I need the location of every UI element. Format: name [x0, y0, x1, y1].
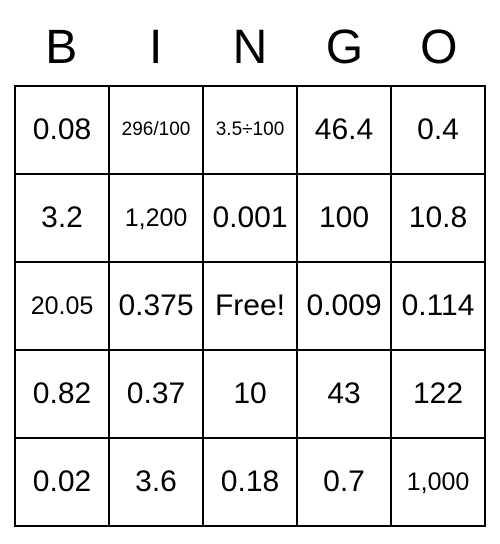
bingo-cell[interactable]: 0.7: [297, 438, 391, 526]
bingo-cell[interactable]: 0.37: [109, 350, 203, 438]
bingo-cell[interactable]: 0.08: [15, 86, 109, 174]
bingo-cell[interactable]: 0.009: [297, 262, 391, 350]
header-g: G: [297, 14, 391, 85]
bingo-grid: 0.08296/1003.5÷10046.40.43.21,2000.00110…: [14, 85, 486, 527]
bingo-cell[interactable]: 43: [297, 350, 391, 438]
bingo-cell[interactable]: 0.001: [203, 174, 297, 262]
header-b: B: [14, 14, 108, 85]
bingo-cell[interactable]: 3.2: [15, 174, 109, 262]
bingo-cell[interactable]: Free!: [203, 262, 297, 350]
bingo-header-row: B I N G O: [14, 14, 486, 85]
bingo-cell[interactable]: 3.6: [109, 438, 203, 526]
bingo-cell[interactable]: 10.8: [391, 174, 485, 262]
header-n: N: [203, 14, 297, 85]
bingo-cell[interactable]: 0.82: [15, 350, 109, 438]
bingo-cell[interactable]: 0.18: [203, 438, 297, 526]
bingo-cell[interactable]: 1,200: [109, 174, 203, 262]
bingo-cell[interactable]: 0.4: [391, 86, 485, 174]
bingo-cell[interactable]: 46.4: [297, 86, 391, 174]
bingo-cell[interactable]: 1,000: [391, 438, 485, 526]
header-o: O: [392, 14, 486, 85]
bingo-cell[interactable]: 3.5÷100: [203, 86, 297, 174]
bingo-card: B I N G O 0.08296/1003.5÷10046.40.43.21,…: [14, 14, 486, 527]
bingo-cell[interactable]: 122: [391, 350, 485, 438]
bingo-cell[interactable]: 0.114: [391, 262, 485, 350]
header-i: I: [108, 14, 202, 85]
bingo-cell[interactable]: 0.02: [15, 438, 109, 526]
bingo-cell[interactable]: 100: [297, 174, 391, 262]
bingo-cell[interactable]: 296/100: [109, 86, 203, 174]
bingo-cell[interactable]: 10: [203, 350, 297, 438]
bingo-cell[interactable]: 20.05: [15, 262, 109, 350]
bingo-cell[interactable]: 0.375: [109, 262, 203, 350]
